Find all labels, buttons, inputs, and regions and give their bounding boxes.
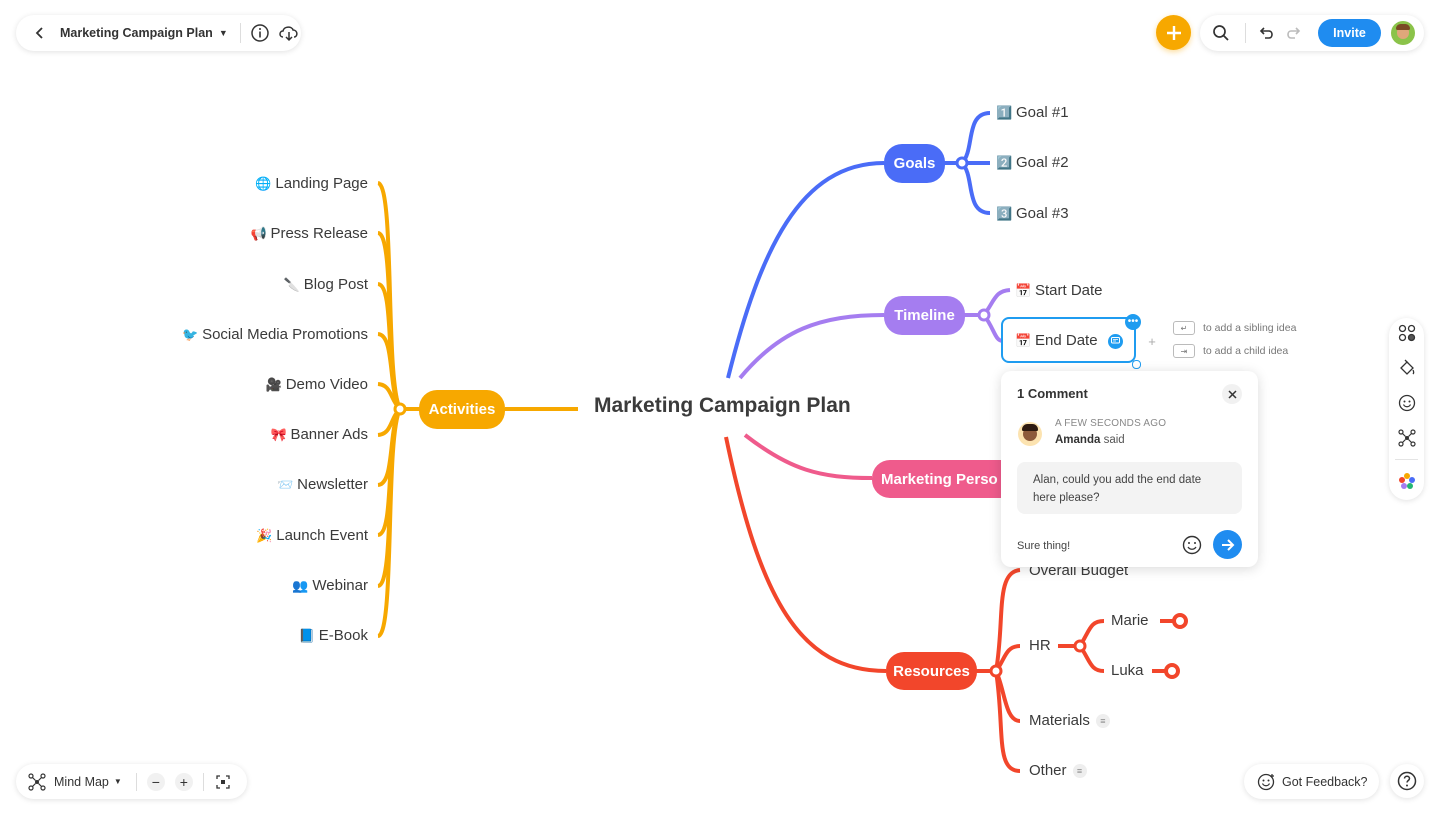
twitter-bird-icon: 🐦 [182,327,199,342]
right-toolbox [1389,318,1424,500]
comment-count: 1 Comment [1017,386,1088,401]
zoom-out-button[interactable]: − [146,772,165,791]
sibling-hint: ↵ to add a sibling idea [1173,321,1296,335]
central-topic[interactable]: Marketing Campaign Plan [594,394,851,418]
sticker-icon[interactable] [1396,392,1418,414]
arrow-right-icon [1221,538,1234,551]
info-icon[interactable] [249,22,271,44]
comment-bubble: Alan, could you add the end date here pl… [1017,462,1242,514]
chevron-left-icon[interactable] [28,21,52,45]
user-avatar[interactable] [1391,21,1415,45]
feedback-button[interactable]: Got Feedback? [1244,764,1379,799]
resource-item[interactable]: HR [1029,636,1051,656]
note-icon[interactable]: ≡ [1095,714,1110,729]
goal-item[interactable]: 3️⃣ Goal #3 [996,204,1069,224]
resize-handle[interactable] [1132,360,1141,369]
branch-activities[interactable]: Activities [419,390,505,429]
view-controls: Mind Map ▼ − + [16,764,247,799]
add-child-plus-icon[interactable]: + [1145,334,1159,349]
keycap-two-icon: 2️⃣ [996,155,1013,170]
ribbon-icon: 🎀 [270,427,287,442]
invite-button[interactable]: Invite [1318,19,1381,47]
undo-icon[interactable] [1256,22,1278,44]
timeline-item[interactable]: 📅 End Date [1015,331,1123,351]
branch-timeline[interactable]: Timeline [884,296,965,335]
activity-item[interactable]: 🐦 Social Media Promotions [182,325,368,345]
activity-item[interactable]: 👥 Webinar [292,576,368,596]
activity-item[interactable]: 🌐 Landing Page [255,174,368,194]
send-button[interactable] [1213,530,1242,559]
hr-item[interactable]: Marie [1111,611,1149,631]
layout-icon[interactable] [1396,322,1418,344]
comment-author-line: Amanda said [1055,434,1125,446]
branch-marketing-personas[interactable]: Marketing Perso [872,460,1007,498]
people-icon: 👥 [292,578,309,593]
top-right-toolbar: Invite [1200,15,1424,51]
more-options-icon[interactable]: ••• [1125,314,1141,330]
resource-item[interactable]: Materials ≡ [1029,711,1110,731]
view-mode-label[interactable]: Mind Map [54,775,109,789]
reply-input[interactable] [1015,535,1169,557]
zoom-in-button[interactable]: + [174,772,193,791]
search-icon[interactable] [1209,21,1233,45]
comment-indicator-icon[interactable] [1107,333,1123,349]
chevron-down-icon[interactable]: ▼ [114,777,122,786]
activity-item[interactable]: 📨 Newsletter [277,475,368,495]
color-palette-icon[interactable] [1396,470,1418,492]
feedback-smiley-icon [1256,772,1276,792]
cloud-download-icon[interactable] [277,22,301,44]
emoji-icon[interactable] [1181,534,1203,556]
help-icon[interactable] [1390,764,1424,798]
keycap-three-icon: 3️⃣ [996,206,1013,221]
envelope-icon: 📨 [277,477,294,492]
paint-bucket-icon[interactable] [1396,357,1418,379]
mind-map-icon[interactable] [26,771,48,793]
activity-item[interactable]: 🎥 Demo Video [266,375,368,395]
plus-icon [1166,25,1181,40]
comment-text: Alan, could you add the end date here pl… [1033,474,1202,504]
activity-item[interactable]: 🎉 Launch Event [256,526,368,546]
comment-popup: 1 Comment A FEW SECONDS AGO Amanda said … [1001,371,1258,567]
hr-item[interactable]: Luka [1111,661,1144,681]
child-hint: ⇥ to add a child idea [1173,344,1288,358]
party-popper-icon: 🎉 [256,528,273,543]
globe-icon: 🌐 [255,176,272,191]
invite-label: Invite [1333,26,1366,40]
timeline-item[interactable]: 📅 Start Date [1015,281,1103,301]
commenter-avatar [1018,422,1042,446]
chevron-down-icon[interactable]: ▼ [219,28,228,38]
book-icon: 📘 [298,628,315,643]
calendar-icon: 📅 [1015,283,1032,298]
close-icon[interactable] [1222,384,1242,404]
comment-author: Amanda [1055,434,1101,446]
video-camera-icon: 🎥 [265,377,282,392]
comment-time: A FEW SECONDS AGO [1055,418,1167,429]
branch-goals[interactable]: Goals [884,144,945,183]
calendar-icon: 📅 [1015,333,1032,348]
knife-icon: 🔪 [283,277,300,292]
activity-item[interactable]: 🎀 Banner Ads [270,425,368,445]
note-icon[interactable]: ≡ [1072,764,1087,779]
tab-key-icon: ⇥ [1173,344,1195,358]
branch-resources[interactable]: Resources [886,652,977,690]
title-bar: Marketing Campaign Plan ▼ [16,15,301,51]
goal-item[interactable]: 1️⃣ Goal #1 [996,103,1069,123]
structure-icon[interactable] [1396,427,1418,449]
activity-item[interactable]: 📢 Press Release [250,224,368,244]
add-button[interactable] [1156,15,1191,50]
activity-item[interactable]: 📘 E-Book [299,626,368,646]
keycap-one-icon: 1️⃣ [996,105,1013,120]
document-title[interactable]: Marketing Campaign Plan [60,26,213,40]
fit-to-screen-icon[interactable] [214,773,232,791]
megaphone-icon: 📢 [250,226,267,241]
resource-item[interactable]: Other ≡ [1029,761,1087,781]
enter-key-icon: ↵ [1173,321,1195,335]
redo-icon[interactable] [1282,22,1304,44]
goal-item[interactable]: 2️⃣ Goal #2 [996,153,1069,173]
feedback-label: Got Feedback? [1282,774,1368,789]
activity-item[interactable]: 🔪 Blog Post [284,275,368,295]
